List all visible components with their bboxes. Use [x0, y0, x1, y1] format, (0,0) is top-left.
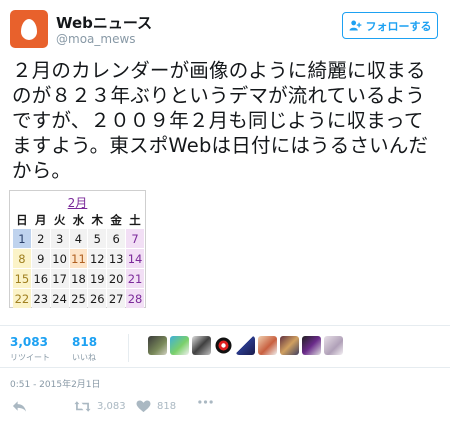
liker-avatar[interactable]: [214, 336, 233, 355]
liker-avatar[interactable]: [258, 336, 277, 355]
more-button[interactable]: [198, 400, 213, 404]
reply-icon: [12, 401, 27, 412]
weekday-sun: 日: [13, 212, 31, 228]
day-cell: 7: [126, 229, 144, 248]
day-cell: 11: [69, 249, 88, 268]
day-cell: 25: [69, 289, 88, 308]
day-cell: 21: [126, 269, 144, 288]
like-button[interactable]: 818: [136, 400, 176, 413]
stats-top-divider: [0, 325, 450, 326]
day-cell: 1: [13, 229, 31, 248]
like-label: いいね: [72, 353, 96, 362]
weekday-wed: 水: [69, 212, 88, 228]
day-cell: 3: [50, 229, 69, 248]
retweet-label: リツイート: [10, 353, 50, 362]
retweet-button[interactable]: 3,083: [74, 400, 126, 413]
weekday-thu: 木: [88, 212, 107, 228]
retweet-count: 3,083: [10, 335, 48, 349]
day-cell: 27: [107, 289, 126, 308]
follow-button[interactable]: フォローする: [342, 12, 438, 39]
day-cell: 13: [107, 249, 126, 268]
day-cell: 9: [31, 249, 50, 268]
retweet-action-count: 3,083: [97, 401, 126, 412]
stats-bottom-divider: [0, 367, 450, 368]
follow-button-label: フォローする: [365, 19, 432, 33]
tweet-text: ２月のカレンダーが画像のように綺麗に収まるのが８２３年ぶりというデマが流れている…: [12, 59, 429, 182]
like-action-count: 818: [157, 401, 177, 412]
stats-separator: [128, 334, 129, 362]
day-cell: 17: [50, 269, 69, 288]
weekday-mon: 月: [31, 212, 50, 228]
day-cell: 5: [88, 229, 107, 248]
liker-avatar[interactable]: [302, 336, 321, 355]
day-cell: 10: [50, 249, 69, 268]
weekday-tue: 火: [50, 212, 69, 228]
heart-icon: [136, 400, 151, 413]
day-cell: 23: [31, 289, 50, 308]
liker-avatar[interactable]: [170, 336, 189, 355]
day-cell: 16: [31, 269, 50, 288]
day-cell: 14: [126, 249, 144, 268]
day-cell: 12: [88, 249, 107, 268]
liker-avatar[interactable]: [236, 336, 255, 355]
retweet-stat[interactable]: 3,083 リツイート: [10, 335, 50, 363]
liker-avatar[interactable]: [280, 336, 299, 355]
day-cell: 4: [69, 229, 88, 248]
more-icon: [198, 400, 213, 404]
calendar-title: 2月: [67, 196, 88, 210]
weekday-sat: 土: [126, 212, 144, 228]
day-cell: 28: [126, 289, 144, 308]
day-cell: 22: [13, 289, 31, 308]
avatar[interactable]: [10, 10, 48, 48]
day-cell: 6: [107, 229, 126, 248]
tweet-timestamp[interactable]: 0:51 - 2015年2月1日: [10, 377, 101, 390]
day-cell: 8: [13, 249, 31, 268]
egg-avatar-icon: [21, 18, 37, 40]
day-cell: 20: [107, 269, 126, 288]
day-cell: 26: [88, 289, 107, 308]
reply-button[interactable]: [12, 400, 27, 413]
day-cell: 24: [50, 289, 69, 308]
day-cell: 18: [69, 269, 88, 288]
add-user-icon: [349, 20, 361, 31]
liker-avatar[interactable]: [324, 336, 343, 355]
liker-avatar[interactable]: [192, 336, 211, 355]
account-name[interactable]: Webニュース: [56, 12, 152, 33]
liker-avatar[interactable]: [148, 336, 167, 355]
tweet-actions: 3,083 818: [0, 400, 450, 420]
like-stat[interactable]: 818 いいね: [72, 335, 97, 363]
liker-avatars: [148, 336, 343, 355]
account-handle[interactable]: @moa_mews: [56, 32, 136, 46]
day-cell: 2: [31, 229, 50, 248]
calendar-grid: 日 月 火 水 木 金 土 1 2 3 4 5 6 7 8 9 10 11 12…: [12, 211, 145, 309]
retweet-icon: [74, 401, 91, 412]
weekday-fri: 金: [107, 212, 126, 228]
day-cell: 19: [88, 269, 107, 288]
like-count: 818: [72, 335, 98, 349]
calendar-image[interactable]: 2月 日 月 火 水 木 金 土 1 2 3 4 5 6 7 8 9 10 11…: [9, 190, 146, 308]
day-cell: 15: [13, 269, 31, 288]
